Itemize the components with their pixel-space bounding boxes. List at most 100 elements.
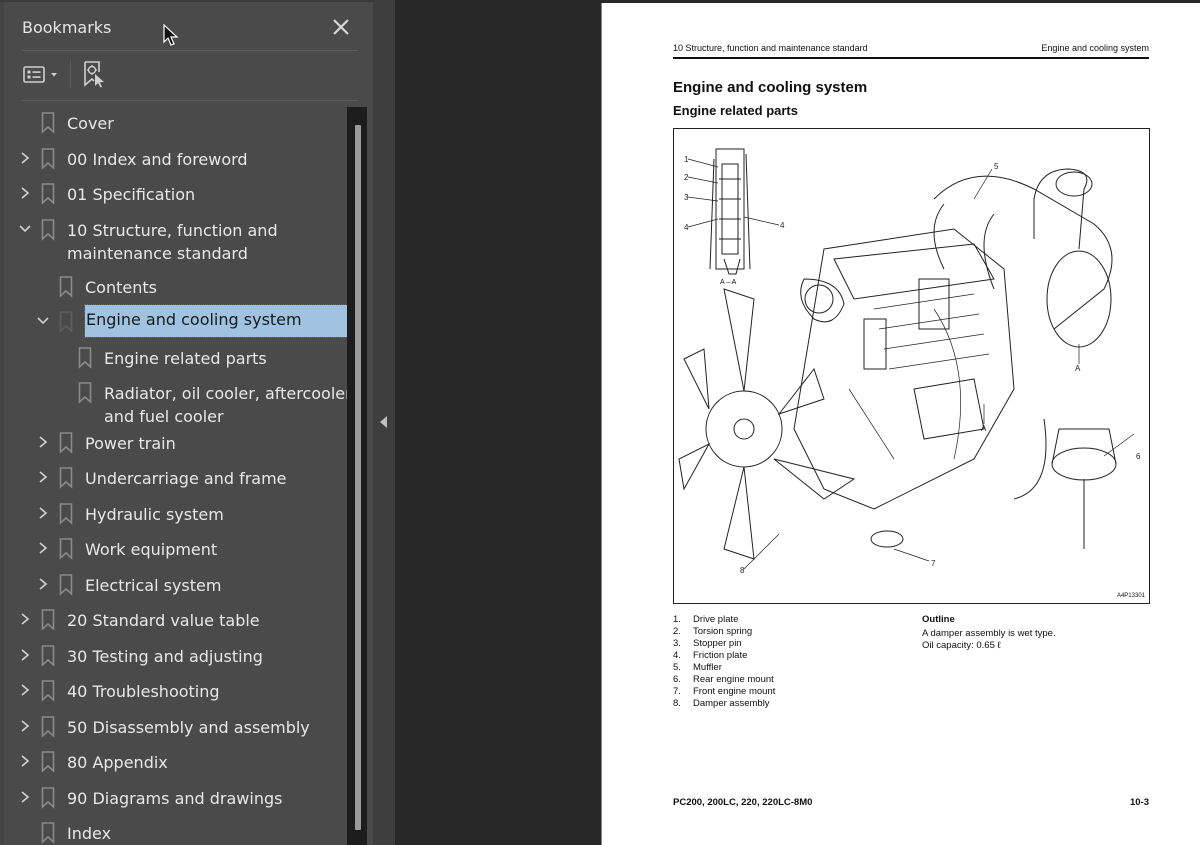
options-menu-button[interactable] xyxy=(22,60,62,88)
bookmark-item[interactable]: Power train xyxy=(0,426,347,462)
outline-line: A damper assembly is wet type. xyxy=(922,628,1056,639)
muffler xyxy=(933,168,1113,348)
chevron-right-icon[interactable] xyxy=(36,434,50,450)
bookmark-item[interactable]: Cover xyxy=(0,106,347,142)
part-number: 1. xyxy=(673,614,681,625)
bookmark-item[interactable]: 00 Index and foreword xyxy=(0,142,347,178)
collapse-arrow-icon xyxy=(380,416,387,428)
bookmark-label: Undercarriage and frame xyxy=(85,469,287,488)
close-panel-button[interactable] xyxy=(329,15,353,39)
bookmark-label: Work equipment xyxy=(85,540,218,559)
chevron-right-icon[interactable] xyxy=(18,789,32,805)
chevron-right-icon[interactable] xyxy=(18,150,32,166)
bookmark-item[interactable]: Engine and cooling system xyxy=(0,304,347,341)
part-number: 4. xyxy=(673,650,681,661)
bookmark-icon xyxy=(59,276,73,298)
close-icon xyxy=(333,19,349,35)
bookmark-item[interactable]: 50 Disassembly and assembly xyxy=(0,710,347,746)
part-list-item: 6. Rear engine mount xyxy=(673,674,775,686)
chevron-right-icon[interactable] xyxy=(36,540,50,556)
bookmark-item[interactable]: 10 Structure, function and maintenance s… xyxy=(0,213,347,263)
engine-illustration: 1 2 3 4 4 5 6 7 8 A A A – A A4P13301 xyxy=(673,128,1150,604)
callout-a1: A xyxy=(1075,364,1081,373)
header-divider xyxy=(22,50,358,51)
part-number: 2. xyxy=(673,626,681,637)
page-title: Engine and cooling system xyxy=(673,79,868,96)
callout-8: 8 xyxy=(740,566,745,575)
bookmark-label: Contents xyxy=(85,278,157,297)
bookmark-item[interactable]: Radiator, oil cooler, aftercooler and fu… xyxy=(0,376,347,426)
chevron-right-icon[interactable] xyxy=(18,647,32,663)
bookmark-icon xyxy=(41,112,55,134)
engine-block xyxy=(793,228,1015,510)
part-name: Torsion spring xyxy=(693,626,753,637)
part-name: Friction plate xyxy=(693,650,748,661)
find-current-bookmark-button[interactable] xyxy=(81,60,109,88)
chevron-right-icon[interactable] xyxy=(18,682,32,698)
part-number: 7. xyxy=(673,686,681,697)
callout-3: 3 xyxy=(684,193,689,202)
part-name: Muffler xyxy=(693,662,722,673)
bookmark-icon xyxy=(59,311,73,333)
chevron-down-icon[interactable] xyxy=(18,221,32,237)
bookmark-label: Electrical system xyxy=(85,576,222,595)
chevron-right-icon[interactable] xyxy=(18,718,32,734)
bookmark-item[interactable]: 40 Troubleshooting xyxy=(0,674,347,710)
callout-1: 1 xyxy=(684,155,689,164)
document-viewer[interactable]: 10 Structure, function and maintenance s… xyxy=(395,0,1200,845)
bookmark-label: 90 Diagrams and drawings xyxy=(67,789,283,808)
bookmark-icon xyxy=(78,382,92,404)
chevron-down-icon[interactable] xyxy=(36,313,50,329)
bookmark-item[interactable]: Engine related parts xyxy=(0,341,347,377)
page-subtitle: Engine related parts xyxy=(673,103,798,118)
bookmark-icon xyxy=(59,538,73,560)
bookmark-icon xyxy=(59,432,73,454)
front-engine-mount xyxy=(870,530,930,562)
find-current-bookmark-icon xyxy=(84,61,104,88)
bookmark-icon xyxy=(41,716,55,738)
footer-page-number: 10-3 xyxy=(1129,797,1149,808)
bookmark-label: 40 Troubleshooting xyxy=(67,682,220,701)
bookmark-label: 80 Appendix xyxy=(67,753,168,772)
bookmark-item[interactable]: 80 Appendix xyxy=(0,745,347,781)
rear-engine-mount xyxy=(1051,428,1135,549)
chevron-right-icon[interactable] xyxy=(36,469,50,485)
collapse-panel-button[interactable] xyxy=(373,0,395,845)
bookmark-icon xyxy=(78,347,92,369)
outline-line: Oil capacity: 0.65 ℓ xyxy=(922,640,1001,651)
chevron-right-icon[interactable] xyxy=(18,185,32,201)
bookmark-item[interactable]: 01 Specification xyxy=(0,177,347,213)
bookmark-icon xyxy=(59,467,73,489)
damper-section-inset xyxy=(687,148,780,275)
bookmark-tree: Cover 00 Index and foreword 01 Specificati… xyxy=(0,106,347,845)
callout-a2: A xyxy=(981,424,987,433)
tree-scrollbar-thumb[interactable] xyxy=(355,125,361,830)
dropdown-caret-icon xyxy=(51,73,57,77)
chevron-right-icon[interactable] xyxy=(18,611,32,627)
bookmark-icon xyxy=(41,148,55,170)
bookmark-label: 30 Testing and adjusting xyxy=(67,647,263,666)
bookmark-item[interactable]: 90 Diagrams and drawings xyxy=(0,781,347,817)
bookmark-item[interactable]: Electrical system xyxy=(0,568,347,604)
engine-drawing: 1 2 3 4 4 5 6 7 8 A A xyxy=(678,148,1141,575)
bookmark-label: Cover xyxy=(67,114,114,133)
bookmark-label: Power train xyxy=(85,434,176,453)
bookmark-item[interactable]: Index xyxy=(0,816,347,845)
bookmark-icon xyxy=(41,787,55,809)
bookmark-icon xyxy=(41,680,55,702)
part-name: Front engine mount xyxy=(693,686,776,697)
callout-2: 2 xyxy=(684,173,689,182)
bookmark-item[interactable]: Undercarriage and frame xyxy=(0,461,347,497)
bookmark-item[interactable]: 20 Standard value table xyxy=(0,603,347,639)
bookmark-item[interactable]: Work equipment xyxy=(0,532,347,568)
chevron-right-icon[interactable] xyxy=(18,753,32,769)
chevron-right-icon[interactable] xyxy=(36,505,50,521)
bookmark-item[interactable]: Hydraulic system xyxy=(0,497,347,533)
outline-title: Outline xyxy=(922,614,955,625)
chevron-right-icon[interactable] xyxy=(36,576,50,592)
part-list-item: 5. Muffler xyxy=(673,662,775,674)
running-head-left: 10 Structure, function and maintenance s… xyxy=(673,43,868,53)
bookmark-item[interactable]: 30 Testing and adjusting xyxy=(0,639,347,675)
bookmark-item[interactable]: Contents xyxy=(0,270,347,306)
bookmark-label: 00 Index and foreword xyxy=(67,150,248,169)
